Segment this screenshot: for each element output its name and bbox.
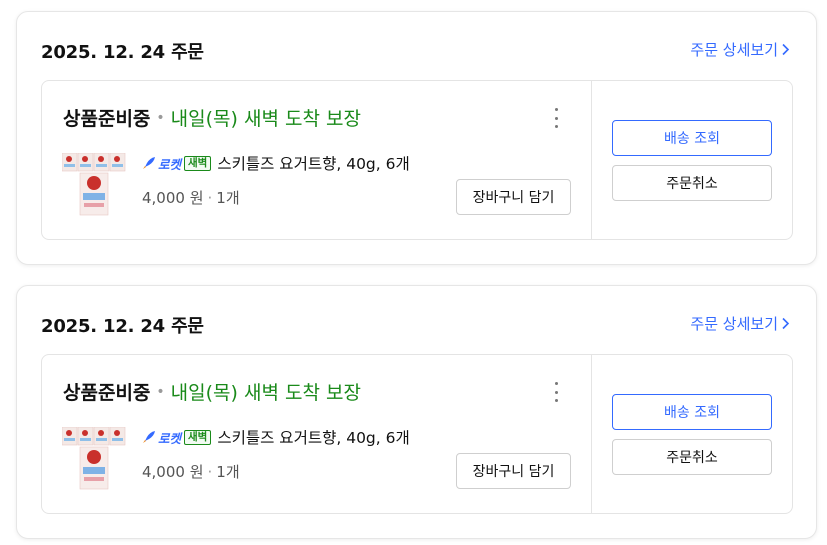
order-actions: 배송 조회 주문취소 <box>592 81 792 239</box>
rocket-label: 로켓 <box>158 430 182 446</box>
price: 4,000 원 <box>142 189 204 207</box>
dawn-label: 새벽 <box>184 155 212 171</box>
order-date: 2025. 12. 24 주문 <box>41 42 204 63</box>
price: 4,000 원 <box>142 463 204 481</box>
order-card: 2025. 12. 24 주문 주문 상세보기 상품준비중 • 내일(목) 새벽… <box>16 285 817 539</box>
status-text: 상품준비중 <box>63 108 151 130</box>
arrival-promise: 내일(목) 새벽 도착 보장 <box>170 108 361 130</box>
order-item-box: 상품준비중 • 내일(목) 새벽 도착 보장 로켓 새벽 스키틀즈 요거트향, … <box>41 80 793 240</box>
price-separator: · <box>207 188 213 207</box>
product-thumbnail[interactable] <box>62 153 126 217</box>
track-shipment-button[interactable]: 배송 조회 <box>612 120 772 156</box>
rocket-label: 로켓 <box>158 156 182 172</box>
more-vertical-icon[interactable] <box>551 382 561 402</box>
delivery-status: 상품준비중 • 내일(목) 새벽 도착 보장 <box>63 378 361 405</box>
quantity: 1개 <box>216 189 240 207</box>
price-separator: · <box>207 462 213 481</box>
price-quantity: 4,000 원 · 1개 <box>142 461 240 482</box>
rocket-icon <box>143 157 155 169</box>
order-actions: 배송 조회 주문취소 <box>592 355 792 513</box>
delivery-status: 상품준비중 • 내일(목) 새벽 도착 보장 <box>63 104 361 131</box>
product-line: 로켓 새벽 스키틀즈 요거트향, 40g, 6개 <box>142 152 410 174</box>
dawn-label: 새벽 <box>184 429 212 445</box>
product-thumbnail[interactable] <box>62 427 126 491</box>
order-card: 2025. 12. 24 주문 주문 상세보기 상품준비중 • 내일(목) 새벽… <box>16 11 817 265</box>
rocket-dawn-badge: 로켓 새벽 <box>142 428 212 447</box>
product-line: 로켓 새벽 스키틀즈 요거트향, 40g, 6개 <box>142 426 410 448</box>
order-item-info: 상품준비중 • 내일(목) 새벽 도착 보장 로켓 새벽 스키틀즈 요거트향, … <box>42 355 592 513</box>
order-date: 2025. 12. 24 주문 <box>41 316 204 337</box>
rocket-icon <box>143 431 155 443</box>
status-separator: • <box>156 109 165 126</box>
cancel-order-button[interactable]: 주문취소 <box>612 165 772 201</box>
order-detail-link[interactable]: 주문 상세보기 <box>690 39 790 60</box>
status-text: 상품준비중 <box>63 382 151 404</box>
more-vertical-icon[interactable] <box>551 108 561 128</box>
order-detail-link[interactable]: 주문 상세보기 <box>690 313 790 334</box>
chevron-right-icon <box>782 317 790 330</box>
price-quantity: 4,000 원 · 1개 <box>142 187 240 208</box>
status-separator: • <box>156 383 165 400</box>
quantity: 1개 <box>216 463 240 481</box>
cancel-order-button[interactable]: 주문취소 <box>612 439 772 475</box>
arrival-promise: 내일(목) 새벽 도착 보장 <box>170 382 361 404</box>
order-item-box: 상품준비중 • 내일(목) 새벽 도착 보장 로켓 새벽 스키틀즈 요거트향, … <box>41 354 793 514</box>
product-name[interactable]: 스키틀즈 요거트향, 40g, 6개 <box>217 152 409 174</box>
add-to-cart-button[interactable]: 장바구니 담기 <box>456 453 571 489</box>
add-to-cart-button[interactable]: 장바구니 담기 <box>456 179 571 215</box>
chevron-right-icon <box>782 43 790 56</box>
track-shipment-button[interactable]: 배송 조회 <box>612 394 772 430</box>
order-item-info: 상품준비중 • 내일(목) 새벽 도착 보장 로켓 새벽 스키틀즈 요거트향, … <box>42 81 592 239</box>
order-detail-label: 주문 상세보기 <box>690 315 778 333</box>
rocket-dawn-badge: 로켓 새벽 <box>142 154 212 173</box>
product-name[interactable]: 스키틀즈 요거트향, 40g, 6개 <box>217 426 409 448</box>
order-detail-label: 주문 상세보기 <box>690 41 778 59</box>
